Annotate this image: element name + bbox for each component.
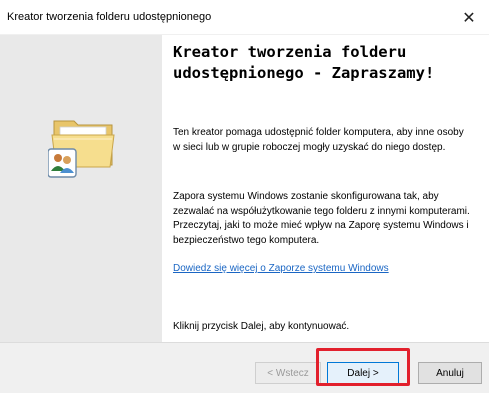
heading-line-1: Kreator tworzenia folderu — [173, 43, 407, 61]
button-bar — [0, 342, 489, 393]
users-icon — [48, 148, 77, 178]
window-title: Kreator tworzenia folderu udostępnionego — [7, 11, 212, 23]
cancel-button[interactable]: Anuluj — [418, 362, 482, 384]
firewall-paragraph: Zapora systemu Windows zostanie skonfigu… — [173, 191, 470, 246]
intro-paragraph: Ten kreator pomaga udostępnić folder kom… — [173, 127, 464, 153]
title-bar: Kreator tworzenia folderu udostępnionego… — [0, 0, 489, 35]
next-button-highlight — [316, 348, 410, 386]
wizard-side-panel — [0, 35, 162, 342]
close-icon: ✕ — [462, 7, 476, 27]
continue-hint: Kliknij przycisk Dalej, aby kontynuować. — [173, 321, 350, 332]
back-button[interactable]: < Wstecz — [255, 362, 321, 384]
close-button[interactable]: ✕ — [449, 0, 489, 34]
firewall-info-link[interactable]: Dowiedz się więcej o Zaporze systemu Win… — [173, 263, 389, 274]
shared-folder-icon — [48, 120, 115, 178]
heading-line-2: udostępnionego - Zapraszamy! — [173, 64, 435, 82]
wizard-heading: Kreator tworzenia folderu udostępnionego… — [173, 42, 473, 84]
